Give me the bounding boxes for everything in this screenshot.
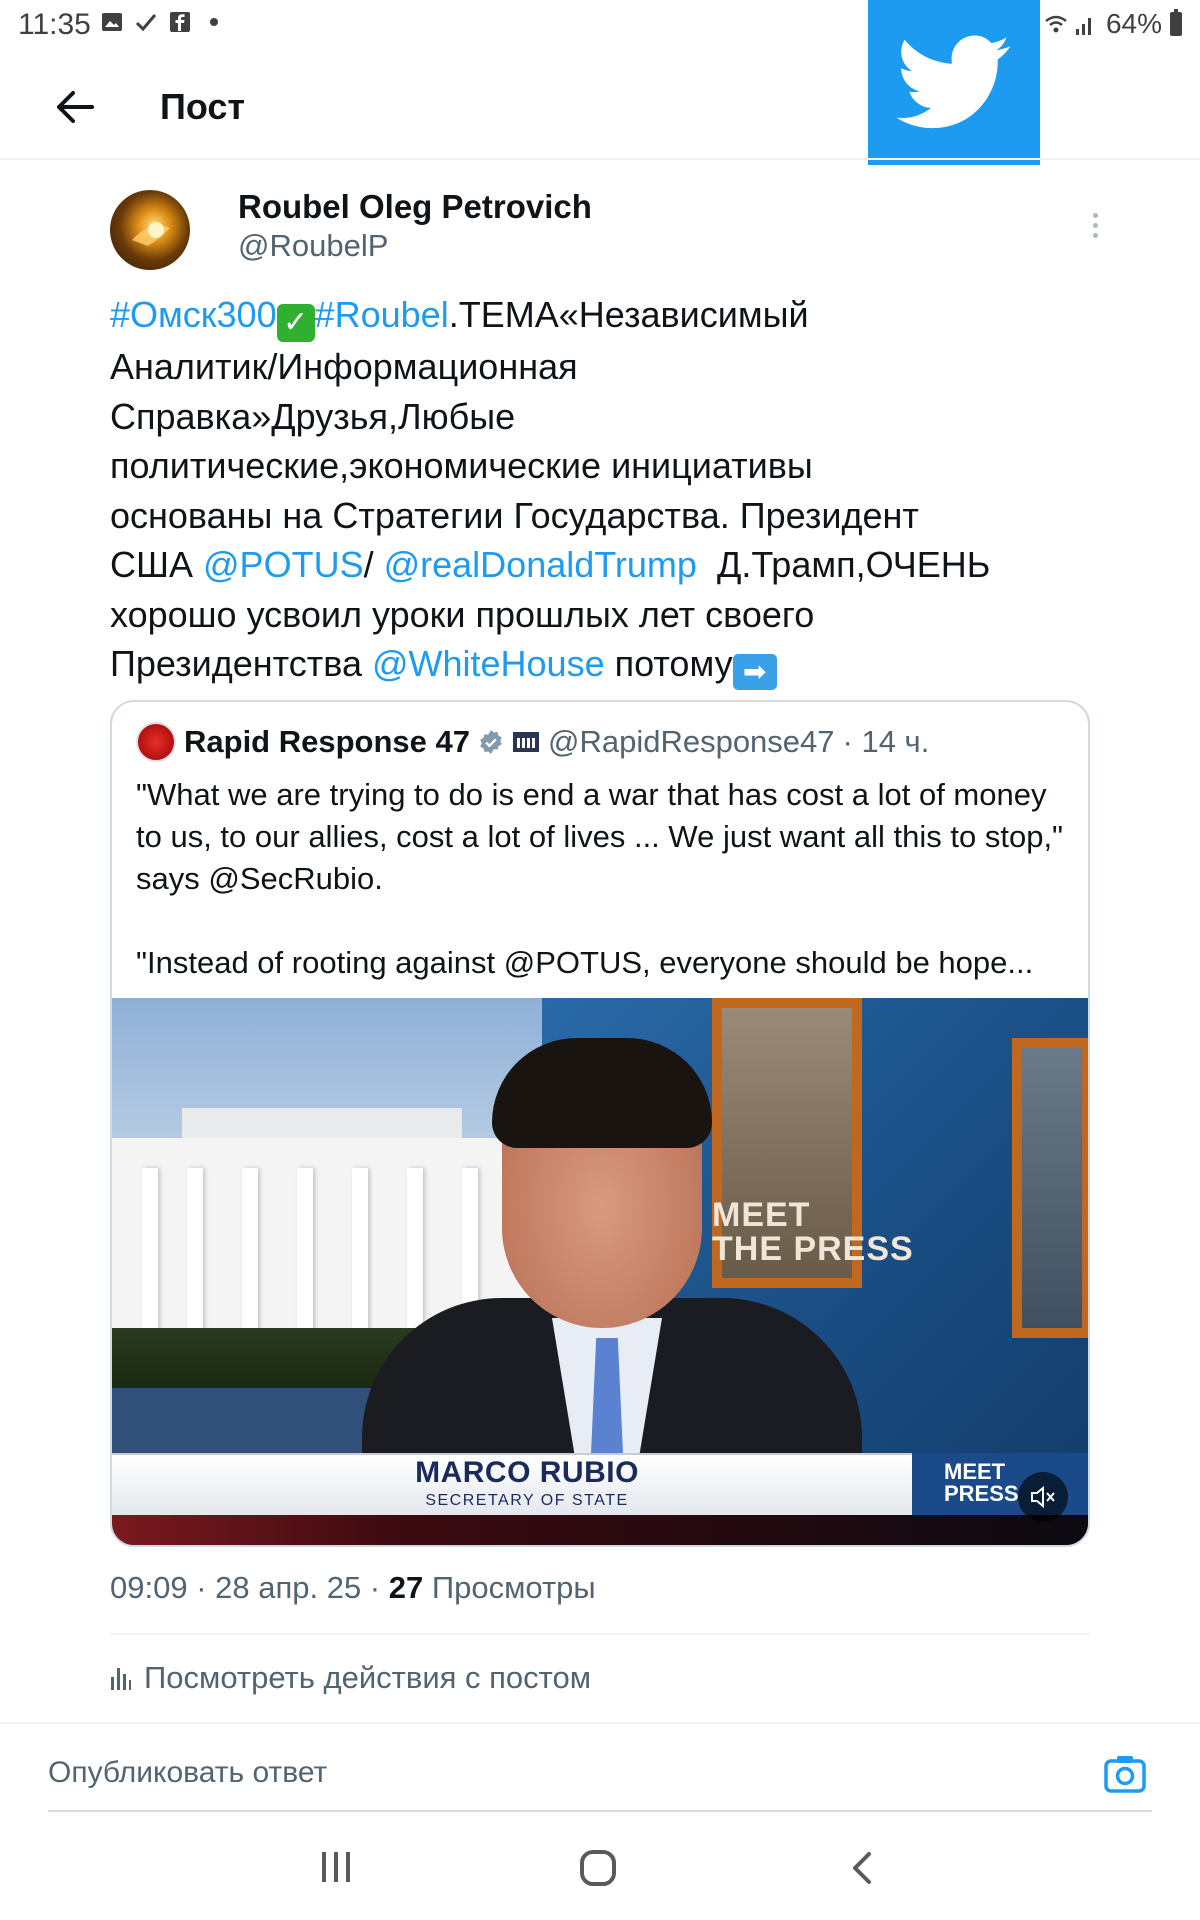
author-avatar[interactable]	[110, 190, 190, 270]
hashtag-link[interactable]: #Roubel	[315, 294, 449, 335]
corner-logo-line: MEET	[944, 1459, 1006, 1484]
post-text: #Омск300 ✓ #Roubel.ТЕМА«Независимый Аналит…	[110, 290, 1100, 690]
post-text-segment: Президентства	[110, 643, 372, 684]
page-title: Пост	[160, 86, 246, 127]
quoted-author-name: Rapid Response 47	[184, 724, 470, 759]
white-house-roof	[182, 1108, 462, 1138]
status-right: 64%	[1042, 8, 1182, 40]
corner-logo-line: PRESS	[944, 1481, 1019, 1506]
video-thumbnail[interactable]: MEET THE PRESS MARCO RUBIO SECRETARY OF …	[112, 998, 1088, 1545]
view-post-activity-link[interactable]: Посмотреть действия с постом	[110, 1660, 591, 1696]
activity-label: Посмотреть действия с постом	[144, 1660, 592, 1695]
more-icon-dot	[1092, 222, 1098, 228]
quoted-author-handle: @RapidResponse47	[547, 724, 835, 759]
post-text-segment: хорошо усвоил уроки прошлых лет своего	[110, 593, 815, 635]
quoted-post-text: "What we are trying to do is end a war t…	[136, 777, 1064, 980]
author-name[interactable]: Roubel Oleg Petrovich	[238, 188, 592, 226]
gov-building-icon	[512, 732, 539, 752]
bottom-strip	[112, 1515, 1088, 1545]
post-text-segment: /	[363, 544, 384, 585]
divider	[48, 1810, 1152, 1812]
mention-link[interactable]: @realDonaldTrump	[384, 544, 697, 585]
camera-icon[interactable]	[1103, 1752, 1147, 1796]
avatar-image	[132, 222, 170, 246]
facebook-icon	[170, 12, 190, 32]
views-label: Просмотры	[423, 1570, 596, 1605]
mention-link[interactable]: @POTUS	[203, 544, 364, 585]
signal-icon	[1045, 15, 1091, 35]
post-text-segment: США	[110, 544, 204, 585]
battery-icon	[1170, 9, 1182, 36]
mention-link[interactable]: @WhiteHouse	[372, 643, 605, 684]
recents-icon-bar	[334, 1852, 338, 1882]
more-options-button[interactable]	[1080, 200, 1110, 250]
dot-icon	[210, 18, 218, 26]
arrow-emoji-icon: ➡	[732, 654, 777, 690]
recents-icon-bar	[346, 1852, 350, 1882]
quoted-post-card[interactable]: Rapid Response 47 @RapidResponse47 · 14 …	[110, 700, 1090, 1547]
show-logo-line: MEET	[712, 1196, 811, 1234]
post-text-segment: Аналитик/Информационная	[110, 346, 578, 387]
reply-input[interactable]: Опубликовать ответ	[48, 1756, 327, 1790]
top-app-bar: Пост	[0, 60, 1200, 160]
more-icon-dot	[1092, 232, 1098, 238]
check-emoji-icon: ✓	[276, 304, 315, 342]
quoted-post-header: Rapid Response 47 @RapidResponse47 · 14 …	[136, 722, 929, 762]
status-time: 11:35	[18, 8, 91, 41]
mute-icon	[1031, 1485, 1055, 1509]
quoted-author-avatar	[136, 722, 176, 762]
lower-third-role: SECRETARY OF STATE	[425, 1492, 629, 1509]
divider	[0, 1722, 1200, 1724]
battery-percent: 64%	[1105, 8, 1162, 39]
gallery-icon	[102, 13, 122, 31]
show-logo-line: THE PRESS	[712, 1230, 914, 1268]
post-text-segment: основаны на Стратегии Государства. Прези…	[110, 494, 919, 536]
post-meta: 09:09 · 28 апр. 25 · 27 Просмотры	[110, 1570, 596, 1606]
post-text-segment: политические,экономические инициативы	[110, 445, 813, 486]
divider	[110, 1633, 1090, 1635]
verified-icon	[480, 730, 502, 754]
notification-icons	[100, 10, 226, 34]
author-handle[interactable]: @RoubelP	[238, 228, 388, 264]
check-icon	[135, 14, 157, 32]
back-arrow-icon	[57, 91, 94, 123]
lower-third-name: MARCO RUBIO	[415, 1456, 639, 1489]
post-text-segment: .ТЕМА«Независимый	[448, 294, 809, 335]
home-button[interactable]	[580, 1850, 616, 1886]
quoted-post-time: · 14 ч.	[842, 724, 930, 759]
show-logo: MEET THE PRESS	[712, 1198, 914, 1266]
views-count: 27	[388, 1570, 424, 1605]
recents-button[interactable]	[318, 1852, 354, 1886]
nav-back-icon[interactable]	[845, 1850, 881, 1886]
post-timestamp: 09:09 · 28 апр. 25 ·	[110, 1570, 389, 1605]
mute-button[interactable]	[1018, 1472, 1068, 1522]
post-text-segment: потому	[604, 643, 733, 684]
recents-icon-bar	[322, 1852, 326, 1882]
studio-frame	[1012, 1038, 1088, 1338]
post-text-segment: Д.Трамп,ОЧЕНЬ	[696, 544, 991, 585]
post-text-segment: Справка»Друзья,Любые	[110, 395, 516, 437]
hashtag-link[interactable]: #Омск300	[110, 294, 277, 335]
back-button[interactable]	[50, 82, 100, 132]
more-icon-dot	[1092, 212, 1098, 218]
analytics-icon	[111, 1668, 131, 1690]
